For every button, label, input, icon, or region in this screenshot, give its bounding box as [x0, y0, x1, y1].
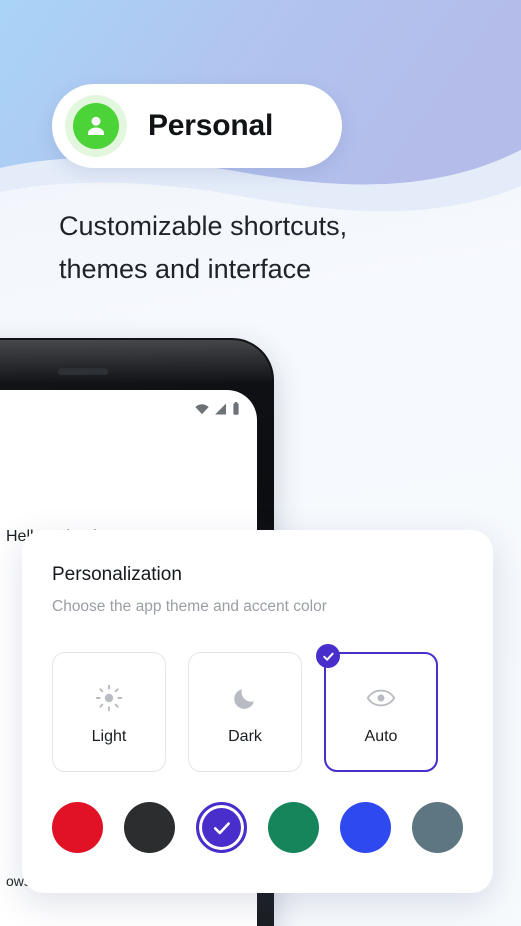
personal-badge-label: Personal: [148, 109, 274, 142]
theme-option-auto[interactable]: Auto: [316, 644, 438, 772]
accent-swatch-slate[interactable]: [412, 802, 463, 853]
accent-swatch-blue[interactable]: [340, 802, 391, 853]
status-bar: [195, 402, 240, 420]
theme-options: Light Dark Auto: [52, 644, 438, 772]
card-title: Personalization: [52, 564, 182, 585]
person-avatar-icon: [73, 103, 119, 149]
wifi-icon: [195, 402, 209, 420]
signal-icon: [214, 402, 227, 420]
avatar: [65, 95, 127, 157]
headline-line-2: themes and interface: [59, 254, 312, 284]
theme-option-dark[interactable]: Dark: [188, 652, 302, 772]
page-title: Customizable shortcuts, themes and inter…: [59, 205, 479, 291]
eye-icon: [366, 678, 396, 718]
onboarding-screen: Personal Customizable shortcuts, themes …: [0, 0, 521, 926]
accent-swatch-black[interactable]: [124, 802, 175, 853]
accent-swatch-green[interactable]: [268, 802, 319, 853]
accent-swatch-purple[interactable]: [196, 802, 247, 853]
accent-swatch-red[interactable]: [52, 802, 103, 853]
accent-color-options: [52, 802, 463, 853]
card-subtitle: Choose the app theme and accent color: [52, 598, 327, 615]
sun-icon: [95, 678, 123, 718]
battery-icon: [232, 402, 240, 420]
theme-option-light[interactable]: Light: [52, 652, 166, 772]
headline-line-1: Customizable shortcuts,: [59, 211, 348, 241]
personalization-card: Personalization Choose the app theme and…: [22, 530, 493, 893]
theme-option-label: Auto: [364, 728, 398, 745]
check-icon: [316, 644, 340, 668]
theme-option-label: Dark: [228, 728, 262, 745]
moon-icon: [232, 678, 258, 718]
personal-badge: Personal: [52, 84, 342, 168]
theme-option-label: Light: [91, 728, 127, 745]
earpiece-speaker: [58, 368, 108, 375]
